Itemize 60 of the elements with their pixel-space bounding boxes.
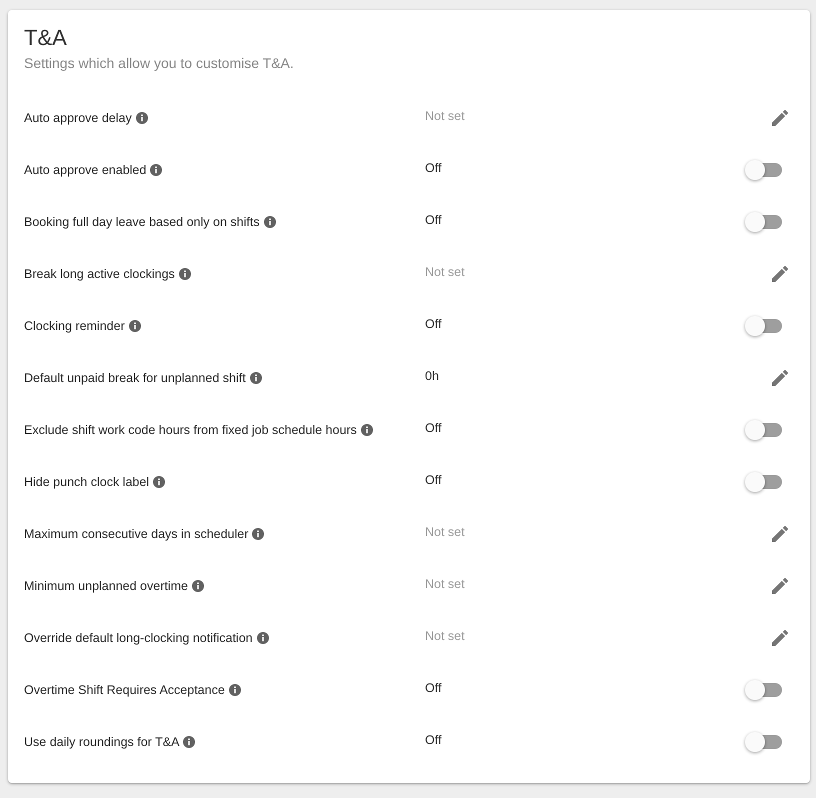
- edit-button[interactable]: [772, 630, 788, 646]
- setting-value: Not set: [425, 524, 465, 538]
- info-icon[interactable]: [252, 528, 264, 540]
- setting-label: Exclude shift work code hours from fixed job schedule hours: [24, 423, 357, 437]
- setting-label: Minimum unplanned overtime: [24, 579, 188, 593]
- edit-button[interactable]: [772, 110, 788, 126]
- setting-label: Auto approve delay: [24, 111, 132, 125]
- setting-value: Off: [425, 212, 442, 226]
- pencil-icon: [772, 526, 788, 542]
- info-icon[interactable]: [150, 164, 162, 176]
- card-title: T&A: [24, 25, 68, 51]
- setting-label: Auto approve enabled: [24, 163, 146, 177]
- setting-label: Maximum consecutive days in scheduler: [24, 527, 248, 541]
- edit-button[interactable]: [772, 578, 788, 594]
- pencil-icon: [772, 266, 788, 282]
- edit-button[interactable]: [772, 526, 788, 542]
- info-icon[interactable]: [228, 684, 241, 696]
- toggle-switch[interactable]: [745, 472, 782, 492]
- info-icon[interactable]: [256, 632, 269, 644]
- setting-value: Off: [425, 472, 442, 486]
- info-icon[interactable]: [128, 320, 141, 332]
- setting-value: Off: [425, 732, 442, 746]
- setting-value: Not set: [425, 108, 465, 122]
- info-icon[interactable]: [250, 372, 262, 384]
- setting-label: Use daily roundings for T&A: [24, 735, 180, 749]
- setting-value: Off: [425, 420, 442, 434]
- edit-button[interactable]: [772, 370, 788, 386]
- setting-label: Hide punch clock label: [24, 475, 150, 489]
- info-icon[interactable]: [178, 268, 191, 280]
- card-subtitle: Settings which allow you to customise T&A.: [24, 54, 295, 73]
- setting-value: 0h: [425, 368, 439, 382]
- info-icon[interactable]: [192, 580, 204, 592]
- setting-label: Booking full day leave based only on shifts: [24, 215, 260, 229]
- setting-label: Override default long-clocking notification: [24, 631, 253, 645]
- edit-button[interactable]: [772, 266, 788, 282]
- toggle-switch[interactable]: [745, 420, 782, 440]
- setting-label: Default unpaid break for unplanned shift: [24, 371, 246, 385]
- toggle-switch[interactable]: [745, 212, 782, 232]
- info-icon[interactable]: [183, 736, 196, 748]
- toggle-switch[interactable]: [745, 732, 782, 752]
- info-icon[interactable]: [153, 476, 166, 488]
- setting-value: Not set: [425, 628, 465, 642]
- pencil-icon: [772, 370, 788, 386]
- toggle-switch[interactable]: [745, 680, 782, 700]
- setting-label: Break long active clockings: [24, 267, 175, 281]
- pencil-icon: [772, 578, 788, 594]
- info-icon[interactable]: [360, 424, 373, 436]
- setting-value: Off: [425, 680, 442, 694]
- setting-label: Overtime Shift Requires Acceptance: [24, 683, 225, 697]
- toggle-switch[interactable]: [745, 316, 782, 336]
- setting-value: Not set: [425, 264, 465, 278]
- pencil-icon: [772, 630, 788, 646]
- toggle-switch[interactable]: [745, 160, 782, 180]
- info-icon[interactable]: [264, 216, 276, 228]
- pencil-icon: [772, 110, 788, 126]
- setting-value: Off: [425, 316, 442, 330]
- setting-value: Off: [425, 160, 442, 174]
- setting-value: Not set: [425, 576, 465, 590]
- setting-label: Clocking reminder: [24, 319, 125, 333]
- info-icon[interactable]: [136, 112, 148, 124]
